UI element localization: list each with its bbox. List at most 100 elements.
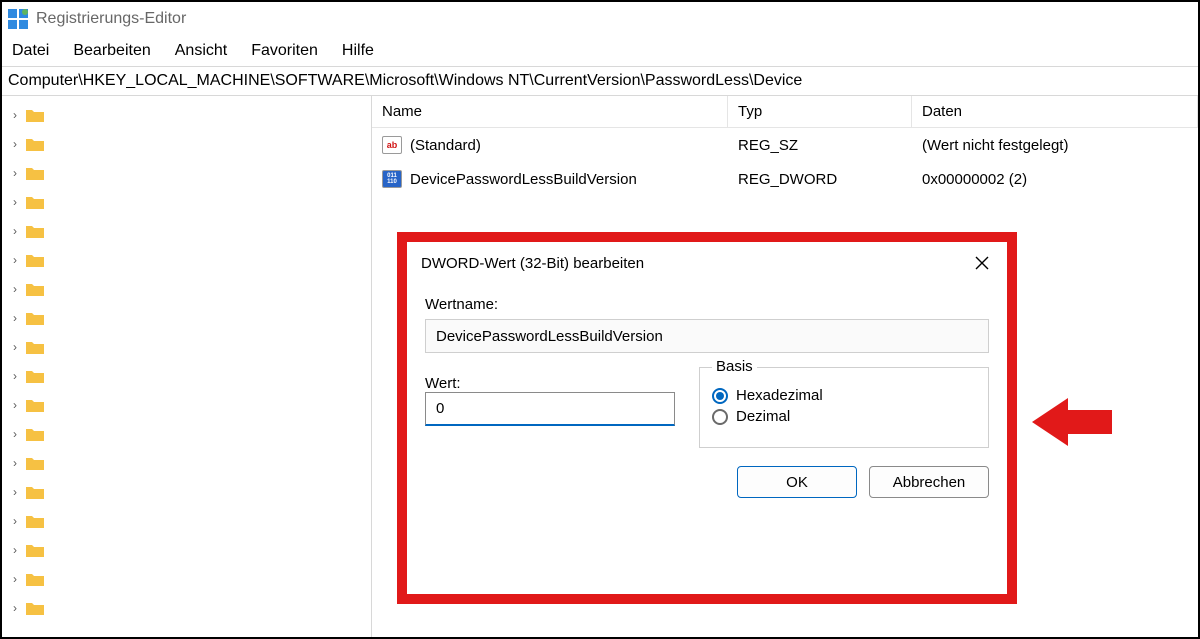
name-field: DevicePasswordLessBuildVersion [425,319,989,353]
folder-icon [26,253,44,267]
chevron-right-icon: › [10,485,20,499]
row-type: REG_DWORD [728,171,912,188]
folder-icon [26,311,44,325]
menubar: Datei Bearbeiten Ansicht Favoriten Hilfe [2,36,1198,66]
reg-sz-icon: ab [382,136,402,154]
col-header-type[interactable]: Typ [728,96,912,127]
folder-icon [26,166,44,180]
tree-item[interactable]: › [10,564,363,593]
dialog-title: DWORD-Wert (32-Bit) bearbeiten [421,255,644,272]
folder-icon [26,137,44,151]
chevron-right-icon: › [10,166,20,180]
tree-item[interactable]: › [10,477,363,506]
radio-hex[interactable]: Hexadezimal [712,387,976,404]
basis-fieldset: Basis Hexadezimal Dezimal [699,367,989,448]
menu-file[interactable]: Datei [12,42,49,60]
cancel-button[interactable]: Abbrechen [869,466,989,498]
titlebar: Registrierungs-Editor [2,2,1198,36]
radio-dec[interactable]: Dezimal [712,408,976,425]
chevron-right-icon: › [10,195,20,209]
radio-dec-label: Dezimal [736,408,790,425]
tree-item[interactable]: › [10,187,363,216]
addressbar [2,66,1198,96]
chevron-right-icon: › [10,137,20,151]
chevron-right-icon: › [10,456,20,470]
chevron-right-icon: › [10,224,20,238]
edit-dword-dialog: DWORD-Wert (32-Bit) bearbeiten Wertname:… [397,232,1017,604]
col-header-name[interactable]: Name [372,96,728,127]
chevron-right-icon: › [10,108,20,122]
folder-icon [26,485,44,499]
radio-icon [712,409,728,425]
menu-help[interactable]: Hilfe [342,42,374,60]
tree-item[interactable]: › [10,593,363,622]
menu-view[interactable]: Ansicht [175,42,227,60]
chevron-right-icon: › [10,398,20,412]
dialog-titlebar: DWORD-Wert (32-Bit) bearbeiten [407,242,1007,284]
chevron-right-icon: › [10,514,20,528]
chevron-right-icon: › [10,601,20,615]
close-button[interactable] [971,252,993,274]
folder-icon [26,108,44,122]
name-value: DevicePasswordLessBuildVersion [436,328,663,345]
menu-fav[interactable]: Favoriten [251,42,318,60]
folder-icon [26,398,44,412]
ok-button[interactable]: OK [737,466,857,498]
folder-icon [26,514,44,528]
chevron-right-icon: › [10,340,20,354]
tree-item[interactable]: › [10,506,363,535]
addressbar-input[interactable] [6,71,1194,91]
menu-edit[interactable]: Bearbeiten [73,42,150,60]
reg-dword-icon: 011110 [382,170,402,188]
folder-icon [26,572,44,586]
registry-editor-window: Registrierungs-Editor Datei Bearbeiten A… [0,0,1200,639]
folder-icon [26,427,44,441]
chevron-right-icon: › [10,282,20,296]
chevron-right-icon: › [10,369,20,383]
folder-icon [26,340,44,354]
row-type: REG_SZ [728,137,912,154]
chevron-right-icon: › [10,427,20,441]
folder-icon [26,282,44,296]
tree-item[interactable]: › [10,129,363,158]
row-data: 0x00000002 (2) [912,171,1198,188]
annotation-arrow-icon [1032,398,1112,446]
value-label: Wert: [425,375,675,392]
tree-item[interactable]: › [10,332,363,361]
table-row[interactable]: ab (Standard) REG_SZ (Wert nicht festgel… [372,128,1198,162]
tree-item[interactable]: › [10,245,363,274]
folder-icon [26,456,44,470]
table-row[interactable]: 011110 DevicePasswordLessBuildVersion RE… [372,162,1198,196]
tree-pane[interactable]: › › › › › › › › › › › › › › › › › › [2,96,372,637]
chevron-right-icon: › [10,543,20,557]
close-icon [975,256,989,270]
folder-icon [26,601,44,615]
tree-item[interactable]: › [10,100,363,129]
list-header: Name Typ Daten [372,96,1198,128]
folder-icon [26,543,44,557]
row-name: (Standard) [410,137,481,154]
tree-item[interactable]: › [10,158,363,187]
tree-item[interactable]: › [10,303,363,332]
name-label: Wertname: [425,296,989,313]
basis-legend: Basis [712,358,757,375]
tree-item[interactable]: › [10,390,363,419]
chevron-right-icon: › [10,311,20,325]
chevron-right-icon: › [10,253,20,267]
app-icon [8,9,28,29]
tree-item[interactable]: › [10,535,363,564]
tree-item[interactable]: › [10,419,363,448]
folder-icon [26,195,44,209]
folder-icon [26,369,44,383]
col-header-data[interactable]: Daten [912,96,1198,127]
tree-item[interactable]: › [10,361,363,390]
window-title: Registrierungs-Editor [36,10,186,28]
tree-item[interactable]: › [10,448,363,477]
radio-hex-label: Hexadezimal [736,387,823,404]
chevron-right-icon: › [10,572,20,586]
folder-icon [26,224,44,238]
tree-item[interactable]: › [10,216,363,245]
tree-item[interactable]: › [10,274,363,303]
row-name: DevicePasswordLessBuildVersion [410,171,637,188]
value-input[interactable] [425,392,675,426]
